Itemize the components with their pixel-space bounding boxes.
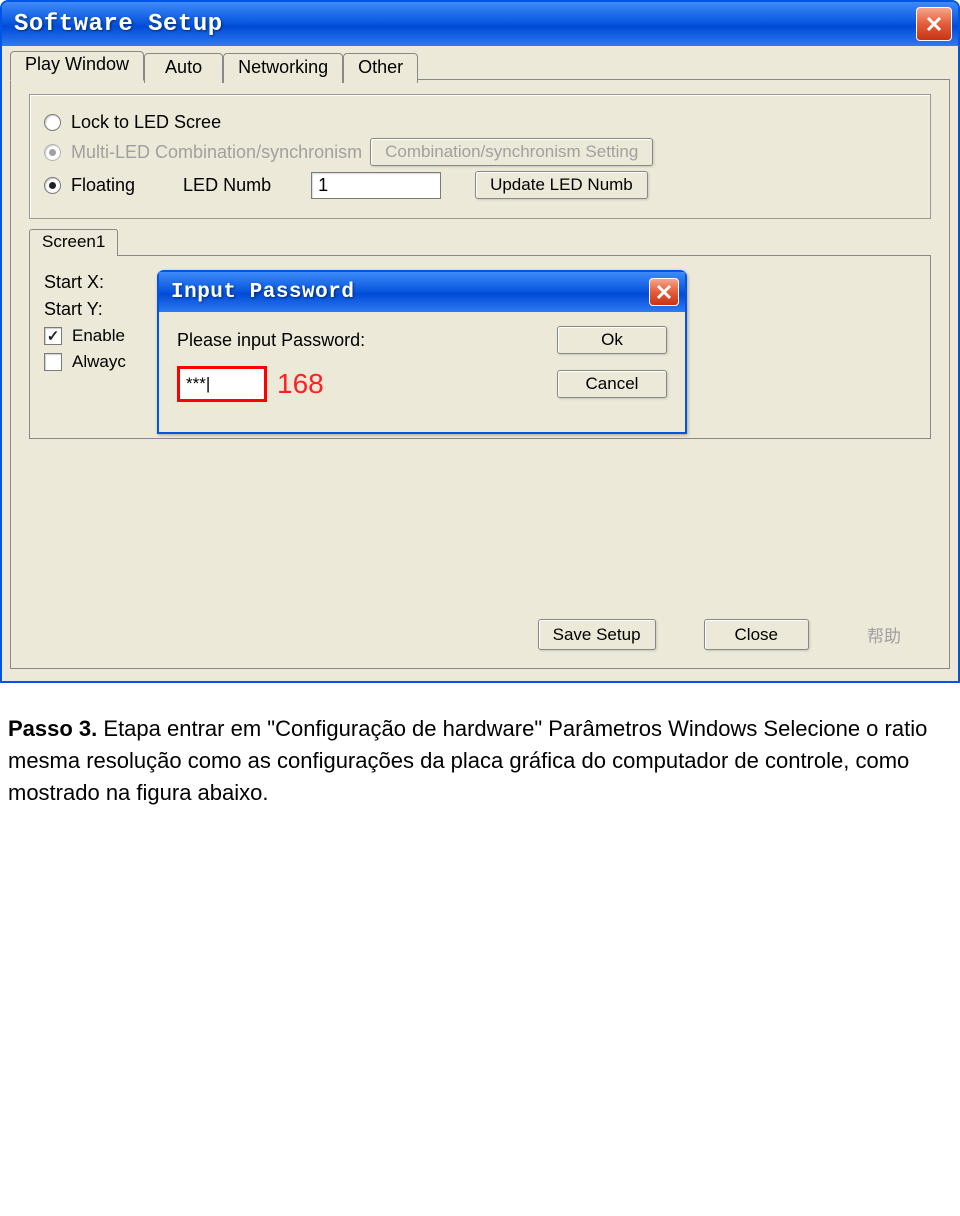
close-button[interactable]: Close: [704, 619, 809, 650]
radio-icon: [44, 177, 61, 194]
main-titlebar[interactable]: Software Setup: [2, 2, 958, 46]
screen-tabs: Screen1: [29, 229, 931, 256]
radio-multi-led-label: Multi-LED Combination/synchronism: [71, 142, 362, 163]
tab-networking[interactable]: Networking: [223, 53, 343, 83]
radio-icon: [44, 114, 61, 131]
radio-lock-led-label: Lock to LED Scree: [71, 112, 221, 133]
tab-auto[interactable]: Auto: [144, 53, 223, 83]
modal-body: Please input Password: Ok ***| 168 Cance…: [159, 312, 685, 432]
close-icon[interactable]: [649, 278, 679, 306]
password-dialog: Input Password Please input Password: Ok…: [157, 270, 687, 434]
window-title: Software Setup: [14, 11, 223, 38]
help-button[interactable]: 帮助: [857, 619, 911, 650]
checkbox-enable[interactable]: [44, 327, 62, 345]
password-prompt: Please input Password:: [177, 330, 365, 351]
step-label: Passo 3.: [8, 716, 97, 741]
radio-multi-led: Multi-LED Combination/synchronism Combin…: [44, 138, 916, 166]
led-numb-label: LED Numb: [183, 175, 271, 196]
tab-other[interactable]: Other: [343, 53, 418, 83]
start-y-label: Start Y:: [44, 299, 144, 320]
password-input[interactable]: ***|: [177, 366, 267, 402]
checkbox-always[interactable]: [44, 353, 62, 371]
close-icon[interactable]: [916, 7, 952, 41]
software-setup-window: Software Setup Play Window Auto Networki…: [0, 0, 960, 683]
radio-floating-label: Floating: [71, 175, 135, 196]
enable-label: Enable: [72, 326, 125, 346]
step-text: Etapa entrar em "Configuração de hardwar…: [8, 716, 927, 805]
always-label: Alwayc: [72, 352, 126, 372]
instruction-paragraph: Passo 3. Etapa entrar em "Configuração d…: [0, 683, 960, 809]
start-x-label: Start X:: [44, 272, 144, 293]
display-mode-group: Lock to LED Scree Multi-LED Combination/…: [29, 94, 931, 219]
modal-titlebar[interactable]: Input Password: [159, 272, 685, 312]
ok-button[interactable]: Ok: [557, 326, 667, 354]
update-led-button[interactable]: Update LED Numb: [475, 171, 648, 199]
cancel-button[interactable]: Cancel: [557, 370, 667, 398]
radio-icon: [44, 144, 61, 161]
tab-play-window[interactable]: Play Window: [10, 51, 144, 81]
modal-title: Input Password: [171, 281, 354, 304]
main-tabs: Play Window Auto Networking Other: [10, 50, 950, 80]
radio-floating[interactable]: Floating LED Numb Update LED Numb: [44, 171, 916, 199]
tab-screen1[interactable]: Screen1: [29, 229, 118, 256]
led-numb-input[interactable]: [311, 172, 441, 199]
save-setup-button[interactable]: Save Setup: [538, 619, 656, 650]
combination-sync-button: Combination/synchronism Setting: [370, 138, 653, 166]
password-hint: 168: [277, 368, 324, 400]
bottom-button-bar: Save Setup Close 帮助: [29, 619, 931, 650]
radio-lock-led[interactable]: Lock to LED Scree: [44, 112, 916, 133]
